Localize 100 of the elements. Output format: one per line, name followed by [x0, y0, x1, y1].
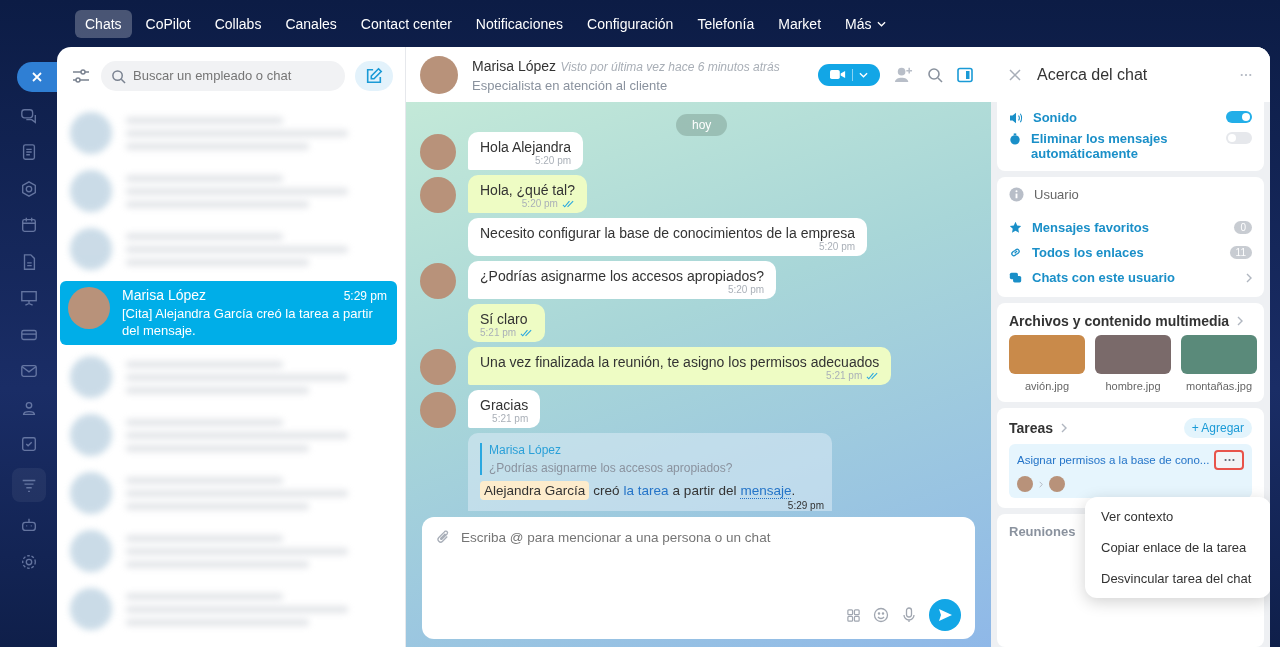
chat-preview: [Cita] Alejandra García creó la tarea a partir del mensaje.	[122, 305, 374, 339]
checkbox-icon	[19, 435, 38, 453]
speaker-icon	[1009, 112, 1023, 124]
contact-name: Marisa López	[472, 57, 557, 74]
chevron-right-icon[interactable]	[1237, 316, 1244, 326]
calendar-icon	[19, 216, 38, 234]
sidebar-toggle-icon[interactable]	[957, 66, 973, 83]
message-time: 5:21 pm	[492, 413, 529, 424]
nav-tab[interactable]: Configuración	[577, 9, 684, 38]
last-seen-text: Visto por última vez hace 6 minutos atrás	[560, 59, 780, 74]
close-icon[interactable]	[1009, 68, 1021, 81]
more-button[interactable]	[1214, 450, 1244, 470]
section-title: Archivos y contenido multimedia	[1009, 313, 1230, 329]
message-text: a partir del	[672, 483, 737, 498]
gear-icon	[19, 552, 38, 571]
timer-icon	[1009, 133, 1021, 145]
nav-tab[interactable]: Market	[768, 9, 832, 38]
panel-title: Acerca del chat	[1037, 65, 1149, 84]
robot-icon	[19, 516, 38, 534]
message-text: Hola, ¿qué tal?	[480, 182, 575, 198]
avatar-placeholder	[1017, 476, 1033, 492]
avatar-placeholder	[68, 287, 110, 329]
star-icon	[1009, 221, 1022, 234]
section-label: Usuario	[1034, 187, 1079, 202]
nav-tab[interactable]: Más	[835, 9, 897, 38]
message-text: Necesito configurar la base de conocimientos de la empresa	[480, 225, 856, 241]
mention-tag[interactable]: Alejandra García	[480, 481, 590, 500]
paperclip-icon[interactable]	[436, 530, 451, 545]
nav-tab[interactable]: Collabs	[204, 9, 272, 38]
new-chat-button[interactable]	[355, 60, 393, 91]
message-time: 5:20 pm	[534, 155, 572, 166]
nav-tab[interactable]: Chats	[75, 9, 132, 38]
link-label: Mensajes favoritos	[1032, 220, 1151, 235]
apps-icon[interactable]	[846, 607, 861, 623]
avatar-placeholder	[420, 55, 458, 94]
chat-time: 5:29 pm	[343, 289, 387, 303]
nav-tab[interactable]: CoPilot	[135, 9, 201, 38]
chevron-right-icon	[1039, 480, 1043, 488]
section-title: Reuniones	[1009, 524, 1077, 539]
toggle-switch[interactable]	[1226, 132, 1252, 144]
chevron-right-icon[interactable]	[1061, 423, 1068, 433]
toggle-switch[interactable]	[1226, 111, 1252, 123]
message-time: 5:29 pm	[787, 500, 824, 511]
avatar-placeholder	[1049, 476, 1065, 492]
message-time: 5:20 pm	[818, 241, 856, 252]
video-camera-icon	[830, 69, 846, 80]
nav-tab[interactable]: Telefonía	[687, 9, 765, 38]
file-name: avión.jpg	[1024, 380, 1069, 392]
quote-text: ¿Podrías asignarme los accesos apropiados?	[489, 461, 734, 475]
message-text: Gracias	[480, 397, 529, 413]
contact-role: Especialista en atención al cliente	[472, 77, 669, 93]
message-time: 5:20 pm	[521, 198, 558, 209]
rail-item[interactable]	[11, 467, 46, 502]
menu-item[interactable]: Desvincular tarea del chat	[1085, 563, 1270, 594]
microphone-icon[interactable]	[901, 607, 917, 623]
emoji-icon[interactable]	[873, 607, 889, 623]
message-text: .	[791, 482, 796, 499]
setting-label: Sonido	[1033, 110, 1079, 125]
message-text: Hola Alejandra	[480, 139, 572, 155]
nav-tab[interactable]: Notificaciones	[465, 9, 573, 38]
message-time: 5:21 pm	[826, 370, 863, 381]
chat-icon	[19, 106, 38, 125]
link-label: Chats con este usuario	[1032, 270, 1177, 285]
chats-icon	[1009, 271, 1022, 284]
date-badge: hoy	[676, 114, 728, 136]
send-button[interactable]	[929, 599, 961, 631]
chevron-right-icon	[1246, 272, 1252, 283]
link-icon	[1009, 246, 1022, 259]
menu-item[interactable]: Ver contexto	[1085, 501, 1270, 532]
message-text: creó	[593, 483, 620, 498]
setting-label: Eliminar los mensajes automáticamente	[1031, 131, 1169, 161]
close-icon	[31, 71, 43, 83]
message-text: Una vez finalizada la reunión, te asigno los permisos adecuados	[480, 354, 880, 370]
nav-tab[interactable]: Contact center	[350, 9, 462, 38]
nav-tab[interactable]: Canales	[275, 9, 347, 38]
search-field[interactable]: Buscar un empleado o chat	[101, 60, 345, 91]
mail-icon	[19, 362, 38, 380]
info-icon	[1009, 187, 1024, 202]
link-label: Todos los enlaces	[1032, 245, 1145, 260]
close-button[interactable]	[17, 62, 57, 92]
caret-icon	[859, 71, 868, 78]
chat-name: Marisa López	[122, 287, 207, 303]
task-card[interactable]: Asignar permisos a la base de cono...	[1009, 444, 1252, 498]
more-icon	[1223, 458, 1235, 462]
send-icon	[937, 607, 953, 623]
file-name: montañas.jpg	[1185, 380, 1252, 392]
panel-link[interactable]: Chats con este usuario	[1009, 268, 1252, 287]
section-title: Tareas	[1009, 420, 1054, 436]
hexagon-icon	[19, 179, 38, 198]
message-text: ¿Podrías asignarme los accesos apropiados?	[480, 268, 765, 284]
menu-item[interactable]: Copiar enlace de la tarea	[1085, 532, 1270, 563]
quote-author: Marisa López	[489, 443, 563, 457]
presentation-icon	[19, 289, 38, 307]
message-text: Sí claro	[480, 311, 529, 327]
add-user-icon[interactable]	[894, 65, 913, 84]
video-call-button[interactable]	[818, 63, 880, 86]
file-name: hombre.jpg	[1105, 380, 1161, 392]
search-icon	[111, 68, 126, 84]
search-icon[interactable]	[927, 66, 943, 83]
more-icon[interactable]	[1240, 72, 1252, 77]
